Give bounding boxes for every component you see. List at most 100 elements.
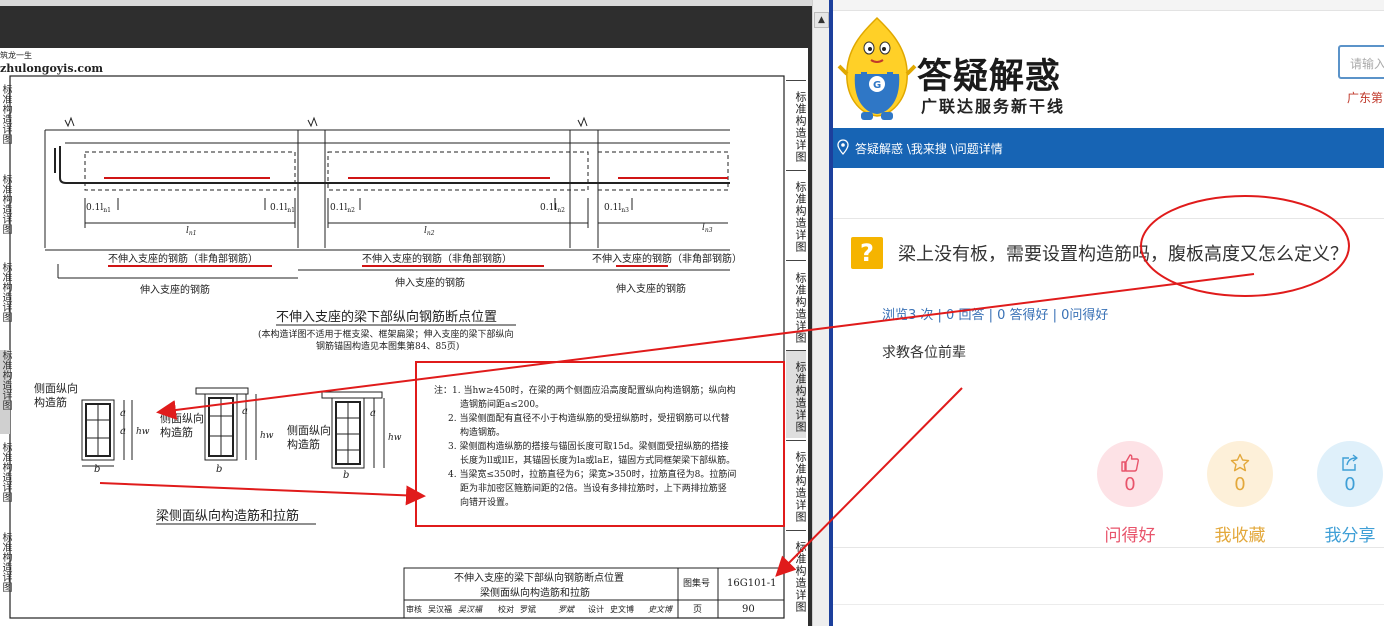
span-labels: 0.1ln1 0.1ln1 0.1ln2 0.1ln2 0.1ln3 ln1 l… bbox=[86, 203, 713, 237]
page-label: 页 bbox=[693, 604, 702, 615]
dim-a-1: a bbox=[120, 408, 126, 419]
tenth-label-2: 0.1ln1 bbox=[270, 203, 295, 214]
check-signature: 罗斌 bbox=[558, 605, 575, 614]
dim-b-2: b bbox=[216, 464, 222, 475]
note-line-2: 造钢筋间距a≤200。 bbox=[460, 398, 544, 410]
side-bar-label-2b: 构造筋 bbox=[160, 425, 193, 439]
search-input[interactable]: 请输入 bbox=[1338, 45, 1384, 79]
note-line-5: 3. 梁侧面构造纵筋的搭接与锚固长度可取15d。梁侧面受扭纵筋的搭接 bbox=[448, 440, 729, 452]
note-line-7: 4. 当梁宽≤350时，拉筋直径为6；梁宽>350时，拉筋直径为8。拉筋间 bbox=[448, 468, 736, 480]
left-edge-label-6: 标准构造详图 bbox=[0, 532, 11, 592]
breadcrumb[interactable]: 答疑解惑 \我来搜 \问题详情 bbox=[855, 140, 1003, 157]
title-block-line1: 不伸入支座的梁下部纵向钢筋断点位置 bbox=[454, 571, 624, 584]
atlas-tab-5[interactable]: 标准构造详图 bbox=[786, 440, 807, 528]
share-button[interactable]: 0 bbox=[1317, 441, 1383, 507]
atlas-no: 16G101-1 bbox=[727, 578, 777, 589]
question-title: 梁上没有板，需要设置构造筋吗，腹板高度又怎么定义？ bbox=[898, 244, 1348, 265]
dim-hw-1: hw bbox=[136, 427, 150, 437]
location-pin-icon bbox=[837, 139, 849, 155]
dim-a-3: a bbox=[242, 406, 248, 417]
favorite-label[interactable]: 我收藏 bbox=[1195, 521, 1285, 546]
qa-web-page: G 答疑解惑 广联达服务新干线 请输入 广东第 答疑解惑 \我来搜 \问题详情 … bbox=[833, 0, 1384, 626]
web-top-strip bbox=[833, 0, 1384, 11]
tenth-label-1: 0.1ln1 bbox=[86, 203, 111, 214]
side-bar-label-1b: 构造筋 bbox=[34, 395, 67, 409]
question-body: 求教各位前辈 bbox=[882, 345, 966, 361]
note-line-9: 向错开设置。 bbox=[460, 496, 514, 508]
side-bar-label-3a: 侧面纵向 bbox=[287, 423, 331, 437]
atlas-no-label: 图集号 bbox=[683, 577, 710, 589]
left-edge-label-3: 标准构造详图 bbox=[0, 262, 11, 322]
check-label: 校对 bbox=[498, 604, 514, 614]
share-label[interactable]: 我分享 bbox=[1305, 521, 1384, 546]
span-label-3: ln3 bbox=[702, 223, 713, 234]
check-name: 罗斌 bbox=[520, 604, 536, 614]
tenth-label-5: 0.1ln3 bbox=[604, 203, 629, 214]
section-note-1: (本构造详图不适用于框支梁、框架扁梁；伸入支座的梁下部纵向 bbox=[258, 328, 514, 340]
side-bar-label-1a: 侧面纵向 bbox=[34, 381, 78, 395]
ask-good-count: 0 bbox=[1124, 474, 1136, 495]
ask-good-button[interactable]: 0 bbox=[1097, 441, 1163, 507]
title-block-text: 不伸入支座的梁下部纵向钢筋断点位置 梁侧面纵向构造筋和拉筋 图集号 16G101… bbox=[406, 571, 777, 615]
dim-b-3: b bbox=[343, 470, 349, 481]
left-edge-label-1: 标准构造详图 bbox=[0, 84, 11, 144]
note-line-4: 构造钢筋。 bbox=[460, 426, 505, 438]
star-icon bbox=[1230, 453, 1250, 472]
review-name: 吴汉福 bbox=[428, 605, 452, 614]
red-underlines-elevation bbox=[104, 177, 728, 267]
watermark-top: 筑龙一生 bbox=[0, 50, 32, 60]
share-icon bbox=[1342, 454, 1358, 471]
notes: 注：1. 当hw≥450时，在梁的两个侧面应沿高度配置纵向构造钢筋；纵向构 造钢… bbox=[434, 384, 736, 508]
design-label: 设计 bbox=[588, 604, 604, 614]
atlas-tab-1[interactable]: 标准构造详图 bbox=[786, 80, 807, 168]
not-support-label-1: 不伸入支座的钢筋（非角部钢筋） bbox=[108, 252, 258, 265]
beam-sections bbox=[81, 387, 385, 469]
section-note-2: 钢筋锚固构造见本图集第84、85页) bbox=[316, 340, 459, 352]
pdf-viewer: 筑龙一生 zhulongoyis.com 0.1ln1 0.1ln1 0.1ln… bbox=[0, 0, 812, 626]
note-line-3: 2. 当梁侧面配有直径不小于构造纵筋的受扭纵筋时，受扭钢筋可以代替 bbox=[448, 412, 729, 424]
brand-title[interactable]: 答疑解惑 bbox=[917, 48, 1061, 99]
scroll-up-arrow-icon[interactable]: ▲ bbox=[814, 12, 829, 28]
design-signature: 史文博 bbox=[648, 605, 674, 614]
atlas-tab-2[interactable]: 标准构造详图 bbox=[786, 170, 807, 258]
question-stats[interactable]: 浏览3 次 | 0 回答 | 0 答得好 | 0问得好 bbox=[882, 304, 1108, 323]
note-line-6: 长度为ll或llE，其锚固长度为la或laE，锚固方式同框架梁下部纵筋。 bbox=[460, 454, 735, 466]
viewer-scrollbar[interactable] bbox=[812, 0, 830, 626]
dim-hw-3: hw bbox=[388, 433, 402, 443]
title-block-line2: 梁侧面纵向构造筋和拉筋 bbox=[480, 586, 590, 599]
not-support-label-3: 不伸入支座的钢筋（非角部钢筋） bbox=[592, 252, 742, 265]
tenth-label-3: 0.1ln2 bbox=[330, 203, 355, 214]
side-section-title: 梁侧面纵向构造筋和拉筋 bbox=[156, 508, 299, 524]
favorite-button[interactable]: 0 bbox=[1207, 441, 1273, 507]
page-no: 90 bbox=[742, 604, 755, 615]
side-bar-label-3b: 构造筋 bbox=[287, 437, 320, 451]
elevation-rebar-labels: 不伸入支座的钢筋（非角部钢筋） 不伸入支座的钢筋（非角部钢筋） 不伸入支座的钢筋… bbox=[108, 252, 742, 296]
not-support-label-2: 不伸入支座的钢筋（非角部钢筋） bbox=[362, 252, 512, 265]
bottom-separator bbox=[833, 547, 1384, 548]
atlas-tab-4[interactable]: 标准构造详图 bbox=[786, 350, 807, 438]
left-edge-label-5: 标准构造详图 bbox=[0, 442, 11, 502]
favorite-count: 0 bbox=[1234, 474, 1246, 495]
dim-b-1: b bbox=[94, 464, 100, 475]
ask-good-label[interactable]: 问得好 bbox=[1085, 521, 1175, 546]
note-line-1: 注：1. 当hw≥450时，在梁的两个侧面应沿高度配置纵向构造钢筋；纵向构 bbox=[434, 384, 736, 396]
support-label-3: 伸入支座的钢筋 bbox=[616, 282, 686, 295]
pdf-page: 筑龙一生 zhulongoyis.com 0.1ln1 0.1ln1 0.1ln… bbox=[0, 48, 808, 626]
section-title: 不伸入支座的梁下部纵向钢筋断点位置 bbox=[276, 309, 497, 325]
dim-a-4: a bbox=[370, 408, 376, 419]
side-bar-label-2a: 侧面纵向 bbox=[160, 411, 204, 425]
region-link[interactable]: 广东第 bbox=[1347, 89, 1383, 106]
atlas-tab-6[interactable]: 标准构造详图 bbox=[786, 530, 807, 618]
viewer-toolbar bbox=[0, 0, 812, 6]
rebar-detail-drawing: 筑龙一生 zhulongoyis.com 0.1ln1 0.1ln1 0.1ln… bbox=[0, 50, 785, 619]
support-label-2: 伸入支座的钢筋 bbox=[395, 276, 465, 289]
atlas-tab-3[interactable]: 标准构造详图 bbox=[786, 260, 807, 350]
tenth-label-4: 0.1ln2 bbox=[540, 203, 565, 214]
section-dimensions: a a hw b a hw b a hw b bbox=[94, 406, 402, 481]
mascot-logo-icon[interactable]: G bbox=[837, 14, 917, 126]
question-mark-icon: ? bbox=[851, 237, 883, 269]
span-label-1: ln1 bbox=[186, 226, 197, 237]
review-signature: 吴汉福 bbox=[458, 605, 484, 614]
note-line-8: 距为非加密区箍筋间距的2倍。当设有多排拉筋时，上下两排拉筋竖 bbox=[460, 482, 727, 494]
thumbs-up-icon bbox=[1121, 454, 1139, 472]
